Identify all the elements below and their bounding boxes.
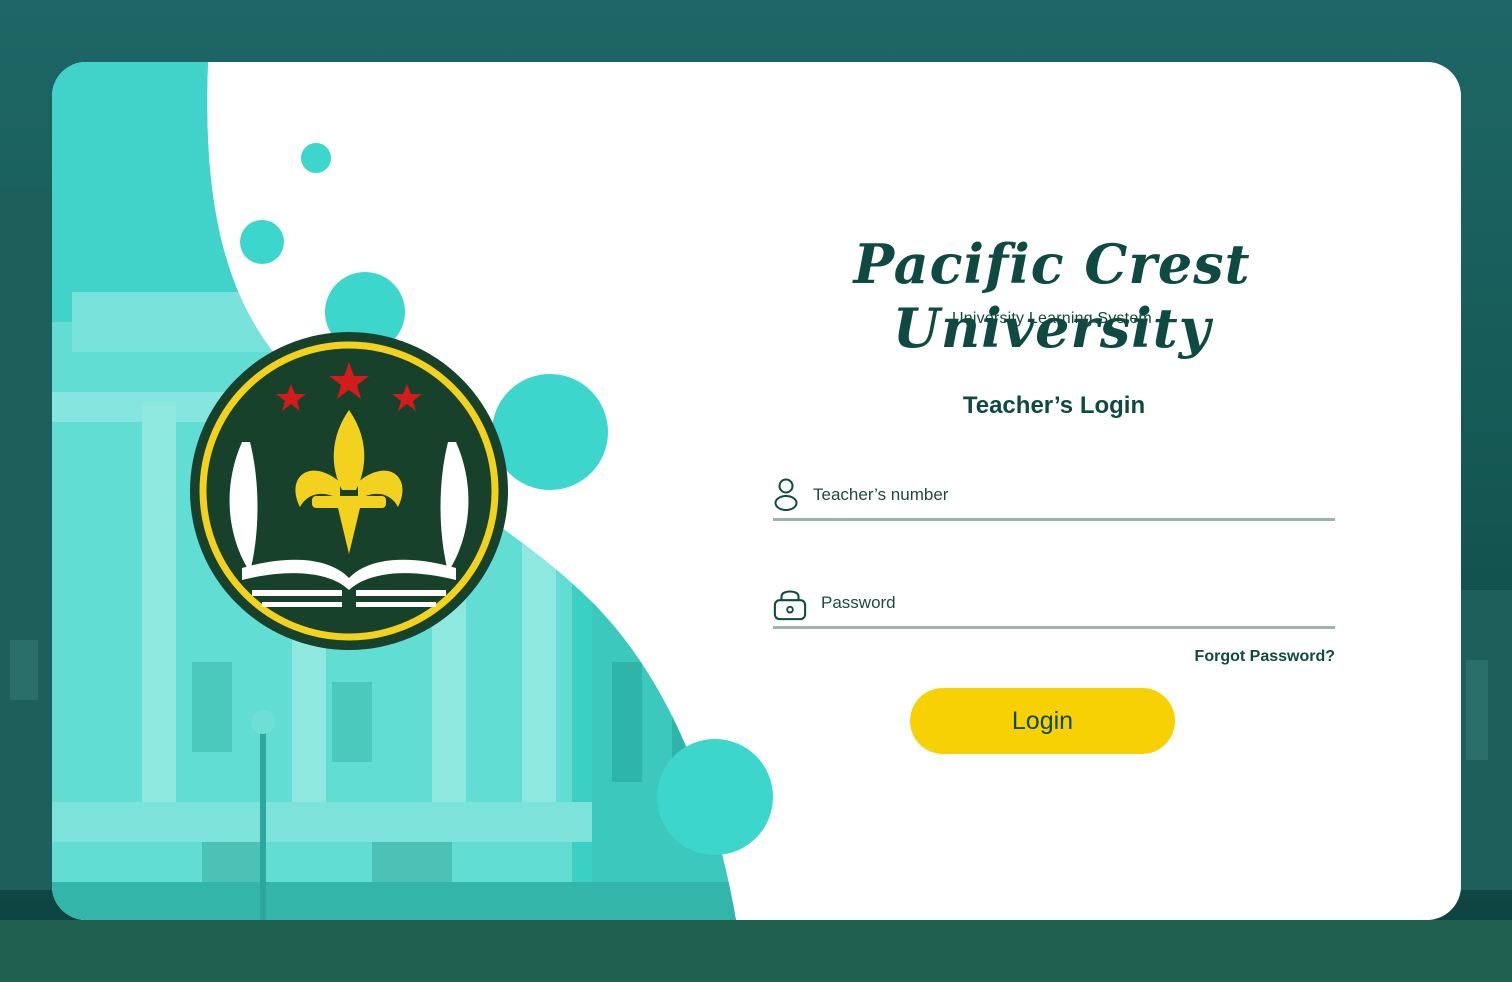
decor-bubble xyxy=(657,739,773,855)
forgot-password-link[interactable]: Forgot Password? xyxy=(1132,648,1335,666)
lock-icon xyxy=(773,590,807,621)
login-button[interactable]: Login xyxy=(910,688,1175,754)
password-input[interactable] xyxy=(819,588,1303,618)
user-icon xyxy=(774,478,798,511)
teacher-number-field xyxy=(773,470,1335,521)
background-lawn xyxy=(0,920,1512,982)
decor-bubble xyxy=(301,143,331,173)
decor-bubble xyxy=(492,374,608,490)
background-window xyxy=(10,640,38,700)
decor-bubble xyxy=(240,220,284,264)
password-field xyxy=(773,578,1335,629)
university-name: Pacific Crest University xyxy=(853,232,1251,360)
background-building-left xyxy=(0,190,60,890)
background-window xyxy=(1466,660,1488,760)
teacher-number-input[interactable] xyxy=(811,480,1295,510)
university-subtitle: University Learning System xyxy=(952,310,1152,327)
university-crest xyxy=(190,332,508,650)
login-card: Pacific Crest University University Lear… xyxy=(52,62,1461,920)
login-heading: Teacher’s Login xyxy=(962,392,1146,419)
